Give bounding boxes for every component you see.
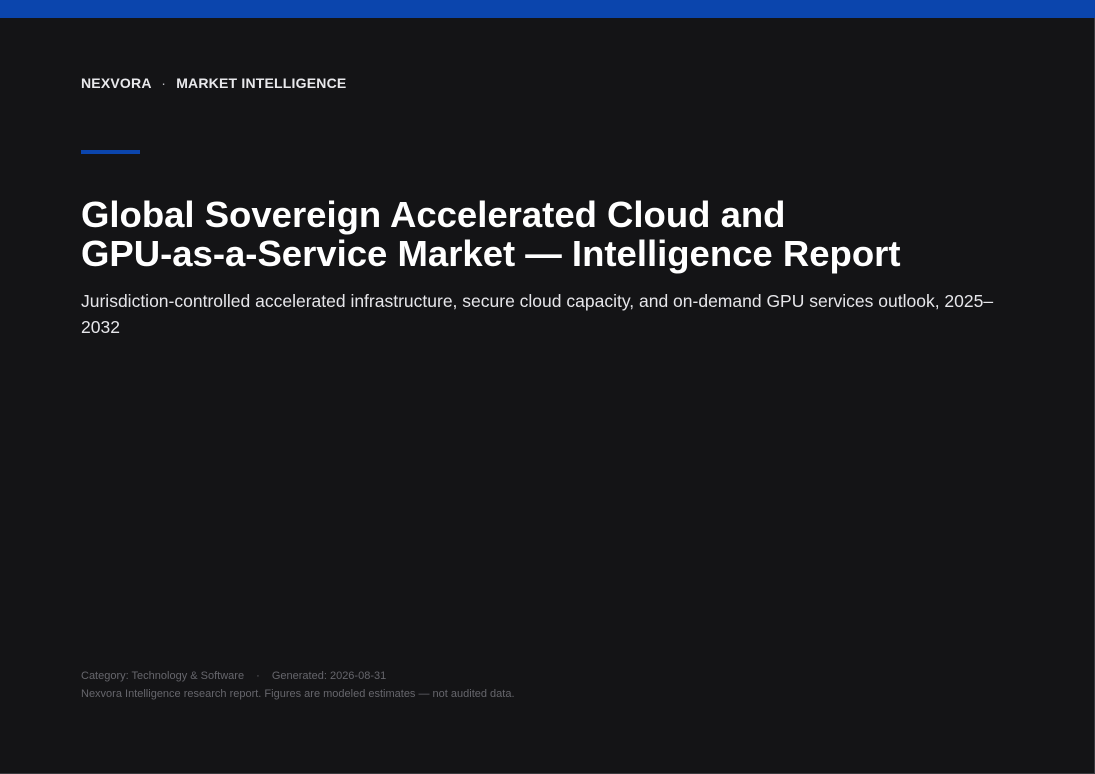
report-meta: Category: Technology & Software · Genera… (81, 667, 515, 703)
report-subtitle: Jurisdiction-controlled accelerated infr… (81, 291, 994, 337)
brand-section: MARKET INTELLIGENCE (176, 75, 347, 91)
meta-category: Category: Technology & Software (81, 670, 245, 682)
meta-disclaimer: Nexvora Intelligence research report. Fi… (81, 688, 515, 700)
brand-name: NEXVORA (81, 75, 152, 91)
report-title-line-2: GPU-as-a-Service Market — Intelligence R… (81, 233, 901, 274)
accent-rule (81, 150, 140, 154)
meta-separator: · (256, 670, 260, 682)
brand-separator: · (161, 75, 167, 91)
brand-header: NEXVORA · MARKET INTELLIGENCE (81, 75, 346, 91)
report-title: Global Sovereign Accelerated Cloud and G… (81, 195, 1041, 273)
top-accent-bar (0, 0, 1095, 18)
report-title-line-1: Global Sovereign Accelerated Cloud and (81, 194, 786, 235)
meta-line: Category: Technology & Software · Genera… (81, 667, 515, 685)
meta-generated: Generated: 2026-08-31 (271, 670, 387, 682)
